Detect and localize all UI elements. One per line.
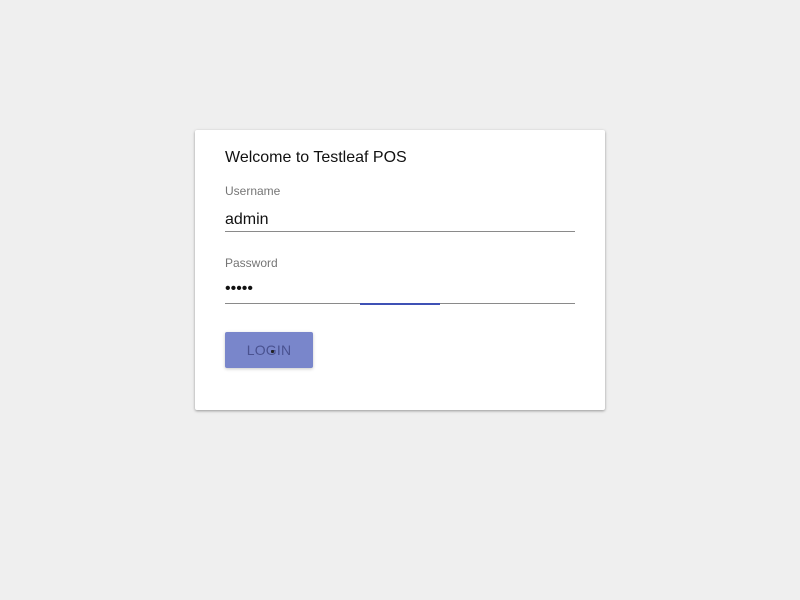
username-input[interactable] xyxy=(225,208,575,232)
card-title: Welcome to Testleaf POS xyxy=(225,149,407,166)
password-input[interactable] xyxy=(225,280,575,304)
username-field: Username xyxy=(225,184,575,232)
login-card: Welcome to Testleaf POS Username Passwor… xyxy=(195,130,605,410)
password-label: Password xyxy=(225,256,278,270)
mouse-cursor xyxy=(271,350,274,353)
username-label: Username xyxy=(225,184,281,198)
login-button[interactable]: LOGIN xyxy=(225,332,313,368)
password-focus-underline xyxy=(360,303,440,305)
login-page: Welcome to Testleaf POS Username Passwor… xyxy=(0,0,800,600)
password-field: Password ••••• xyxy=(225,256,575,305)
